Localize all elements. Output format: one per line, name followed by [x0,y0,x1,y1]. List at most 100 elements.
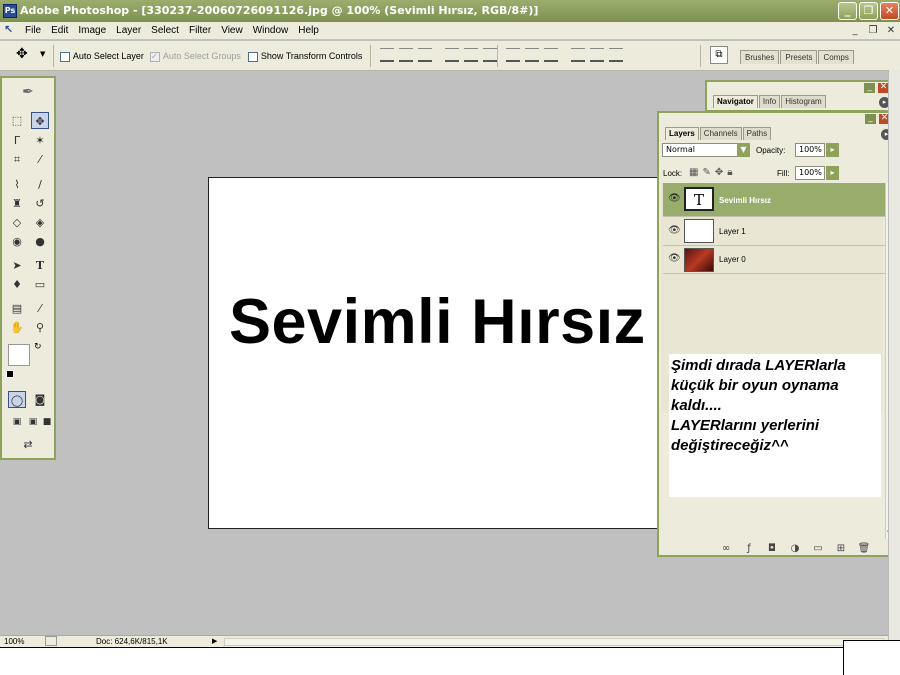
layer-name[interactable]: Sevimli Hırsız [719,196,771,205]
canvas-horizontal-scrollbar[interactable] [224,638,884,646]
trash-icon[interactable]: 🗑︎ [857,543,871,554]
tab-comps[interactable]: Comps [818,50,854,64]
distribute-hcenter-icon[interactable] [590,48,604,62]
link-layers-icon[interactable]: ∞ [719,543,733,554]
menu-edit[interactable]: Edit [46,22,73,40]
default-colors-icon[interactable] [6,370,14,378]
fill-slider-icon[interactable]: ▸ [826,166,839,180]
chevron-down-icon[interactable]: ▼ [737,143,750,157]
distribute-right-icon[interactable] [609,48,623,62]
add-mask-icon[interactable]: ◘ [765,543,779,554]
lock-all-icon[interactable]: 🔒︎ [727,167,732,178]
distribute-bottom-icon[interactable] [544,48,558,62]
paint-bucket-icon[interactable]: ◈ [31,214,49,231]
layer-row[interactable]: 👁︎ Layer 0 [663,246,885,274]
new-group-icon[interactable]: ▭ [811,543,825,554]
tab-histogram[interactable]: Histogram [781,95,826,108]
clone-stamp-icon[interactable]: ♜ [8,195,26,212]
layer-row[interactable]: 👁︎ T Sevimli Hırsız [663,183,885,217]
crop-tool-icon[interactable]: ⌗ [8,151,26,168]
align-left-icon[interactable] [445,48,459,62]
distribute-left-icon[interactable] [571,48,585,62]
panel-minimize-icon[interactable]: _ [865,114,876,124]
adjustment-layer-icon[interactable]: ◑ [788,543,802,554]
zoom-level[interactable]: 100% [4,636,24,647]
tab-brushes[interactable]: Brushes [740,50,780,64]
distribute-top-icon[interactable] [506,48,520,62]
panel-minimize-icon[interactable]: _ [864,83,875,93]
tab-info[interactable]: Info [758,95,781,108]
screen-mode-full-icon[interactable]: ■ [38,414,56,431]
notes-tool-icon[interactable]: ▤ [8,300,26,317]
eraser-tool-icon[interactable]: ◇ [8,214,26,231]
layer-name[interactable]: Layer 1 [719,227,746,236]
eye-icon[interactable]: 👁︎ [668,225,681,236]
quick-mask-icon[interactable]: ◙ [31,391,49,408]
menu-help[interactable]: Help [293,22,324,40]
lock-position-icon[interactable]: ✥ [715,167,723,178]
zoom-tool-icon[interactable]: ⚲ [31,319,49,336]
menu-layer[interactable]: Layer [111,22,146,40]
marquee-tool-icon[interactable]: ⬚ [8,112,26,129]
status-menu-icon[interactable]: ▶ [212,636,217,647]
tab-navigator[interactable]: Navigator [713,95,758,108]
align-vcenter-icon[interactable] [399,48,413,62]
magic-wand-icon[interactable]: ✶ [31,132,49,149]
photoshop-icon[interactable]: Ps [3,4,17,18]
minimize-button[interactable]: _ [838,2,857,20]
foreground-color-swatch[interactable] [8,344,30,366]
show-transform-controls-checkbox[interactable]: Show Transform Controls [248,50,362,62]
checkbox-box[interactable]: ✓ [150,51,160,62]
menu-image[interactable]: Image [73,22,111,40]
type-tool-icon[interactable]: T [31,257,49,274]
lock-pixels-icon[interactable]: ✎ [702,167,710,178]
canvas-vertical-scrollbar[interactable] [888,70,900,647]
opacity-slider-icon[interactable]: ▸ [826,143,839,157]
slice-tool-icon[interactable]: ⁄ [31,151,49,168]
blur-tool-icon[interactable]: ◉ [8,233,26,250]
tab-channels[interactable]: Channels [699,127,742,140]
maximize-button[interactable]: ❐ [859,2,878,20]
document-menu-icon[interactable]: ↖ [4,23,18,37]
zoom-navigate-icon[interactable] [45,636,57,646]
palette-well-icon[interactable]: ⧉ [710,46,728,64]
history-brush-icon[interactable]: ↺ [31,195,49,212]
checkbox-box[interactable] [248,51,258,62]
chevron-down-icon[interactable]: ▼ [40,50,45,58]
close-button[interactable]: ✕ [880,2,899,20]
tab-presets[interactable]: Presets [780,50,818,64]
auto-select-layer-checkbox[interactable]: Auto Select Layer [60,50,144,62]
tab-layers[interactable]: Layers [665,127,699,140]
hand-tool-icon[interactable]: ✋ [8,319,26,336]
document-canvas[interactable]: Sevimli Hırsız [208,177,670,529]
fill-input[interactable]: 100% [795,166,825,180]
menu-view[interactable]: View [216,22,248,40]
layer-row[interactable]: 👁︎ Layer 1 [663,217,885,246]
eyedropper-icon[interactable]: ⁄ [31,300,49,317]
tab-paths[interactable]: Paths [742,127,772,140]
eye-icon[interactable]: 👁︎ [668,253,681,264]
brush-tool-icon[interactable]: / [31,176,49,193]
move-tool-icon[interactable]: ✥ [31,112,49,129]
lock-transparency-icon[interactable]: ▦ [689,167,698,178]
standard-mode-icon[interactable]: ◯ [8,391,26,408]
menu-filter[interactable]: Filter [184,22,216,40]
eye-icon[interactable]: 👁︎ [668,193,681,204]
layer-name[interactable]: Layer 0 [719,255,746,264]
align-hcenter-icon[interactable] [464,48,478,62]
doc-minimize-button[interactable]: _ [848,25,862,37]
dodge-tool-icon[interactable]: ● [31,233,49,250]
checkbox-box[interactable] [60,51,70,62]
healing-brush-icon[interactable]: ⌇ [8,176,26,193]
pen-tool-icon[interactable]: ♦ [8,276,26,293]
distribute-vcenter-icon[interactable] [525,48,539,62]
menu-select[interactable]: Select [146,22,184,40]
align-right-icon[interactable] [483,48,497,62]
align-top-icon[interactable] [380,48,394,62]
auto-select-groups-checkbox[interactable]: ✓ Auto Select Groups [150,50,241,62]
new-layer-icon[interactable]: ⊞ [834,543,848,554]
align-bottom-icon[interactable] [418,48,432,62]
lasso-tool-icon[interactable]: ᒥ [8,132,26,149]
path-select-icon[interactable]: ➤ [8,257,26,274]
doc-restore-button[interactable]: ❐ [866,25,880,37]
